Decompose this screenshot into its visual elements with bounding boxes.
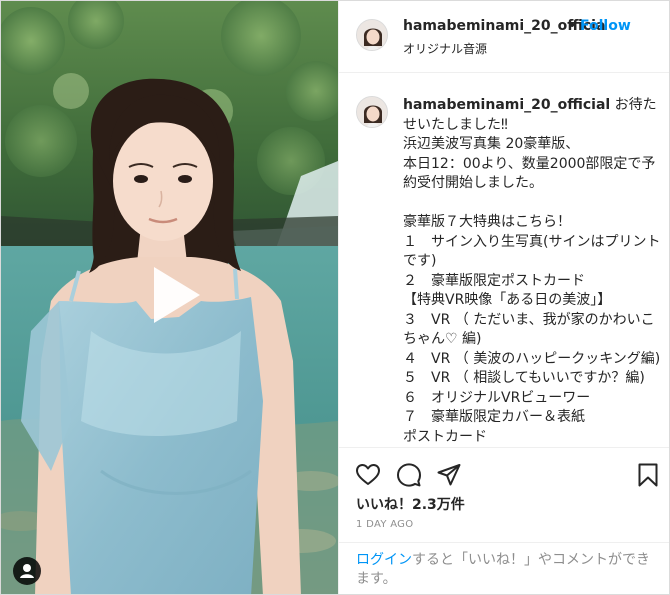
login-prompt-text: ログインすると「いいね！」やコメントができます。 xyxy=(356,551,656,589)
action-bar: いいね！2.3万件 1 DAY AGO ログインすると「いいね！」やコメントがで… xyxy=(339,447,669,594)
bookmark-icon[interactable] xyxy=(635,462,661,488)
heart-icon[interactable] xyxy=(355,462,381,488)
login-prompt: ログインすると「いいね！」やコメントができます。 xyxy=(339,542,669,594)
user-tag-icon xyxy=(20,564,34,578)
audio-label[interactable]: オリジナル音源 xyxy=(403,40,487,57)
timestamp[interactable]: 1 DAY AGO xyxy=(356,519,413,530)
caption-username[interactable]: hamabeminami_20_official xyxy=(403,97,610,113)
likes-count[interactable]: いいね！2.3万件 xyxy=(356,494,465,514)
follow-button[interactable]: Follow xyxy=(580,18,631,34)
caption-body: お待たせいたしました‼ 浜辺美波写真集 20豪華版、 本日12：00より、数量2… xyxy=(403,97,661,445)
avatar[interactable] xyxy=(356,96,388,128)
share-icon[interactable] xyxy=(436,462,462,488)
play-icon xyxy=(154,267,200,323)
avatar-image xyxy=(357,97,387,127)
caption-area: hamabeminami_20_official お待たせいたしました‼ 浜辺美… xyxy=(339,74,669,446)
separator-dot: • xyxy=(568,18,577,34)
user-tag-button[interactable] xyxy=(13,557,41,585)
instagram-post: hamabeminami_20_officia • Follow オリジナル音源… xyxy=(0,0,670,595)
caption-text: hamabeminami_20_official お待たせいたしました‼ 浜辺美… xyxy=(403,96,661,446)
play-button[interactable] xyxy=(140,263,204,327)
post-header: hamabeminami_20_officia • Follow オリジナル音源 xyxy=(339,1,669,73)
avatar[interactable] xyxy=(356,19,388,51)
video-player[interactable] xyxy=(1,1,338,594)
post-sidebar: hamabeminami_20_officia • Follow オリジナル音源… xyxy=(338,1,669,594)
avatar-image xyxy=(357,20,387,50)
comment-icon[interactable] xyxy=(396,462,422,488)
login-link[interactable]: ログイン xyxy=(356,552,412,568)
